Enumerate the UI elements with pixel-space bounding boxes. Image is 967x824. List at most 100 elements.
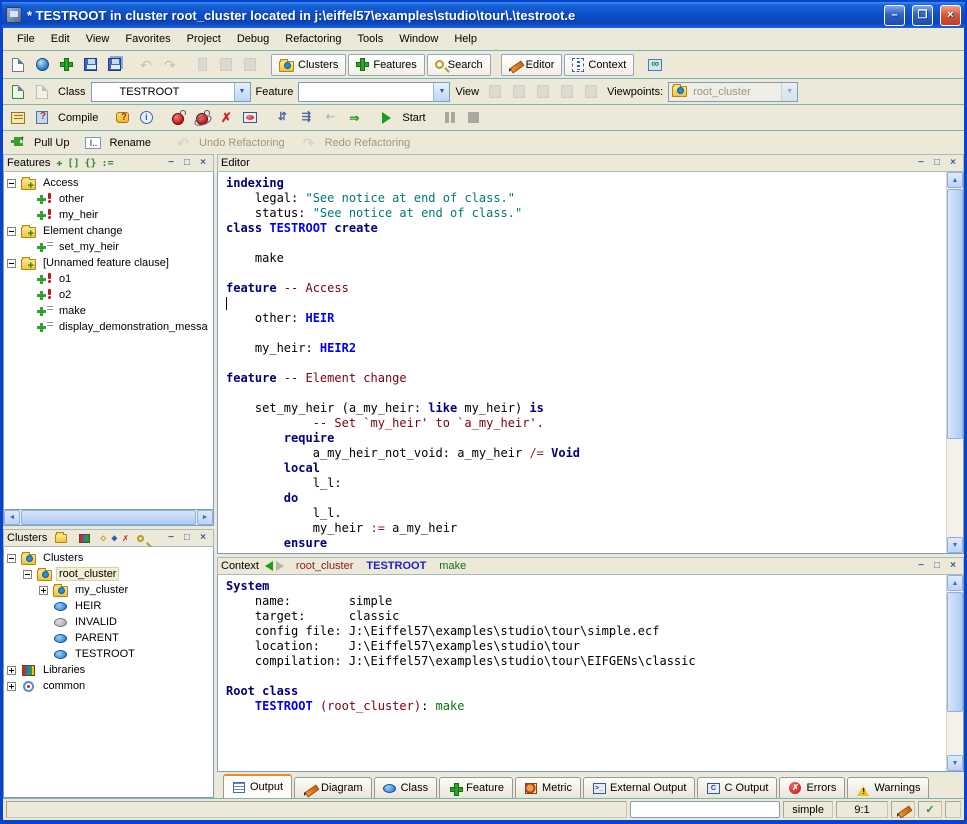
tab-class[interactable]: Class xyxy=(374,777,438,798)
new-document-icon[interactable] xyxy=(7,54,29,76)
status-edit-mode-cell[interactable] xyxy=(891,801,915,818)
features-maximize-icon[interactable]: □ xyxy=(180,157,194,170)
context-maximize-icon[interactable]: □ xyxy=(930,560,944,573)
remove-icon[interactable]: ✗ xyxy=(122,533,128,544)
pull-up-icon[interactable] xyxy=(7,132,29,154)
context-vscrollbar[interactable]: ▲ ▼ xyxy=(946,575,963,771)
tree-item-my-heir[interactable]: my_heir xyxy=(7,207,213,223)
show-alias-icon[interactable]: {} xyxy=(85,158,97,169)
rename-icon[interactable]: I.. xyxy=(82,132,104,154)
menu-item-refactoring[interactable]: Refactoring xyxy=(277,30,349,48)
context-body[interactable]: System name: simple target: classic conf… xyxy=(217,575,964,772)
tree-item-root-cluster[interactable]: root_cluster xyxy=(7,566,213,582)
tree-item-libraries[interactable]: Libraries xyxy=(7,662,213,678)
menu-item-view[interactable]: View xyxy=(78,30,118,48)
clusters-close-icon[interactable]: × xyxy=(196,532,210,545)
compile-icon[interactable] xyxy=(31,107,53,129)
collapse-icon[interactable] xyxy=(7,179,16,188)
tree-item-clusters[interactable]: Clusters xyxy=(7,550,213,566)
find-icon[interactable] xyxy=(133,531,147,545)
tab-metric[interactable]: Metric xyxy=(515,777,581,798)
context-close-icon[interactable]: × xyxy=(946,560,960,573)
tree-item-my-cluster[interactable]: my_cluster xyxy=(7,582,213,598)
class-combobox[interactable]: TESTROOT ▼ xyxy=(91,82,251,102)
expand-icon[interactable] xyxy=(39,586,48,595)
menu-item-tools[interactable]: Tools xyxy=(350,30,392,48)
tab-output[interactable]: Output xyxy=(223,774,292,798)
tree-item-invalid[interactable]: INVALID xyxy=(7,614,213,630)
breadcrumb-make[interactable]: make xyxy=(439,560,466,572)
pull-up-label[interactable]: Pull Up xyxy=(31,137,72,149)
breadcrumb-testroot[interactable]: TESTROOT xyxy=(366,560,426,572)
info-icon[interactable]: i xyxy=(135,107,157,129)
tree-item-o2[interactable]: o2 xyxy=(7,287,213,303)
tree-item-common[interactable]: common xyxy=(7,678,213,694)
tab-diagram[interactable]: Diagram xyxy=(294,777,372,798)
debug-stop-icon[interactable]: ✗ xyxy=(215,107,237,129)
features-tree[interactable]: Accessothermy_heirElement changeset_my_h… xyxy=(3,172,214,510)
menu-item-window[interactable]: Window xyxy=(391,30,446,48)
save-all-icon[interactable] xyxy=(103,54,125,76)
editor-vscrollbar[interactable]: ▲ ▼ xyxy=(946,172,963,553)
show-assigner-icon[interactable]: := xyxy=(102,158,114,169)
compile-label[interactable]: Compile xyxy=(55,112,101,124)
save-icon[interactable] xyxy=(79,54,101,76)
step-over-icon[interactable]: ⇶ xyxy=(295,107,317,129)
tab-c-output[interactable]: CC Output xyxy=(697,777,777,798)
scroll-right-icon[interactable]: ► xyxy=(197,510,213,525)
maximize-button[interactable]: ❐ xyxy=(912,5,933,26)
expand-icon[interactable] xyxy=(7,666,16,675)
rename-label[interactable]: Rename xyxy=(106,137,154,149)
link-context-icon[interactable] xyxy=(644,54,666,76)
tree-item-heir[interactable]: HEIR xyxy=(7,598,213,614)
collapse-icon[interactable] xyxy=(23,570,32,579)
clusters-maximize-icon[interactable]: □ xyxy=(180,532,194,545)
class-combobox-arrow-icon[interactable]: ▼ xyxy=(234,83,250,101)
features-hscrollbar[interactable]: ◄ ► xyxy=(3,510,214,526)
breadcrumb-root_cluster[interactable]: root_cluster xyxy=(296,560,353,572)
debug-run-icon[interactable] xyxy=(167,107,189,129)
debug-run-params-icon[interactable] xyxy=(191,107,213,129)
editor-body[interactable]: indexing legal: "See notice at end of cl… xyxy=(217,172,964,554)
collapse-icon[interactable] xyxy=(7,227,16,236)
context-back-icon[interactable] xyxy=(265,561,273,571)
features-minimize-icon[interactable]: − xyxy=(164,157,178,170)
context-minimize-icon[interactable]: − xyxy=(914,560,928,573)
project-settings-icon[interactable] xyxy=(7,107,29,129)
minimize-button[interactable]: – xyxy=(884,5,905,26)
status-search-input[interactable] xyxy=(630,801,780,818)
collapse-icon[interactable] xyxy=(7,554,16,563)
add-cluster-icon[interactable]: ◆ xyxy=(111,533,117,544)
feature-combobox-arrow-icon[interactable]: ▼ xyxy=(433,83,449,101)
features-close-icon[interactable]: × xyxy=(196,157,210,170)
ignore-breakpoints-icon[interactable] xyxy=(239,107,261,129)
close-button[interactable]: × xyxy=(940,5,961,26)
tree-item-display-demonstration-messa[interactable]: display_demonstration_messa xyxy=(7,319,213,335)
tree-item-o1[interactable]: o1 xyxy=(7,271,213,287)
menu-item-edit[interactable]: Edit xyxy=(43,30,78,48)
expand-icon[interactable] xyxy=(7,682,16,691)
start-icon[interactable] xyxy=(375,107,397,129)
scroll-up-icon[interactable]: ▲ xyxy=(947,172,963,188)
add-class-icon[interactable]: ◇ xyxy=(100,533,106,544)
context-scroll-up-icon[interactable]: ▲ xyxy=(947,575,963,591)
tab-errors[interactable]: ✗Errors xyxy=(779,777,845,798)
menu-item-project[interactable]: Project xyxy=(179,30,229,48)
scroll-left-icon[interactable]: ◄ xyxy=(4,510,20,525)
new-library-icon[interactable] xyxy=(77,531,91,545)
editor-tool-button[interactable]: Editor xyxy=(501,54,563,76)
start-label[interactable]: Start xyxy=(399,112,428,124)
show-signature-icon[interactable]: [] xyxy=(67,158,79,169)
tree-item-make[interactable]: make xyxy=(7,303,213,319)
step-into-icon[interactable]: ⇵ xyxy=(271,107,293,129)
menu-item-debug[interactable]: Debug xyxy=(229,30,277,48)
features-tool-button[interactable]: Features xyxy=(348,54,424,76)
tree-item-access[interactable]: Access xyxy=(7,175,213,191)
collapse-icon[interactable] xyxy=(7,259,16,268)
feature-combobox[interactable]: ▼ xyxy=(298,82,450,102)
search-tool-button[interactable]: Search xyxy=(427,54,491,76)
run-workbench-icon[interactable]: ⇒ xyxy=(343,107,365,129)
context-tool-button[interactable]: Context xyxy=(564,54,634,76)
context-vscroll-thumb[interactable] xyxy=(947,592,963,712)
add-feature-icon[interactable]: ✚ xyxy=(56,158,62,169)
